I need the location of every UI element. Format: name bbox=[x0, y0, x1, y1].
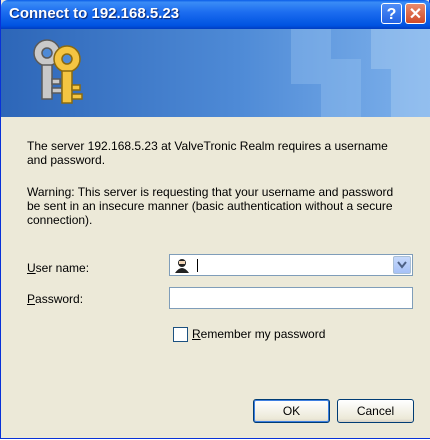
ok-button[interactable]: OK bbox=[253, 399, 330, 423]
remember-password-checkbox[interactable] bbox=[173, 327, 188, 342]
dialog-content: The server 192.168.5.23 at ValveTronic R… bbox=[1, 117, 430, 438]
cancel-button[interactable]: Cancel bbox=[337, 399, 414, 423]
remember-label-text: emember my password bbox=[200, 327, 326, 341]
security-warning: Warning: This server is requesting that … bbox=[27, 185, 394, 227]
remember-mnemonic: R bbox=[192, 327, 201, 341]
keys-icon bbox=[33, 39, 83, 104]
title-bar[interactable]: Connect to 192.168.5.23 ? ✕ bbox=[1, 0, 430, 29]
close-button[interactable]: ✕ bbox=[405, 3, 426, 24]
password-label-text: assword: bbox=[35, 292, 84, 306]
username-dropdown-button[interactable] bbox=[393, 256, 411, 274]
banner bbox=[1, 29, 430, 117]
text-cursor bbox=[197, 259, 198, 272]
server-message: The server 192.168.5.23 at ValveTronic R… bbox=[27, 139, 388, 167]
password-field[interactable] bbox=[169, 287, 413, 309]
help-button[interactable]: ? bbox=[381, 3, 402, 24]
password-label: Password: bbox=[27, 292, 83, 306]
login-dialog: Connect to 192.168.5.23 ? ✕ The server 1… bbox=[0, 0, 430, 439]
username-label: User name: bbox=[27, 261, 89, 275]
banner-decoration bbox=[291, 29, 430, 117]
dialog-title: Connect to 192.168.5.23 bbox=[9, 5, 180, 22]
remember-password-label[interactable]: Remember my password bbox=[192, 327, 325, 341]
username-mnemonic: U bbox=[27, 261, 36, 275]
user-icon bbox=[175, 259, 189, 273]
password-mnemonic: P bbox=[27, 292, 36, 306]
chevron-down-icon bbox=[397, 261, 407, 269]
username-label-text: ser name: bbox=[35, 261, 90, 275]
username-combobox[interactable] bbox=[169, 254, 413, 276]
